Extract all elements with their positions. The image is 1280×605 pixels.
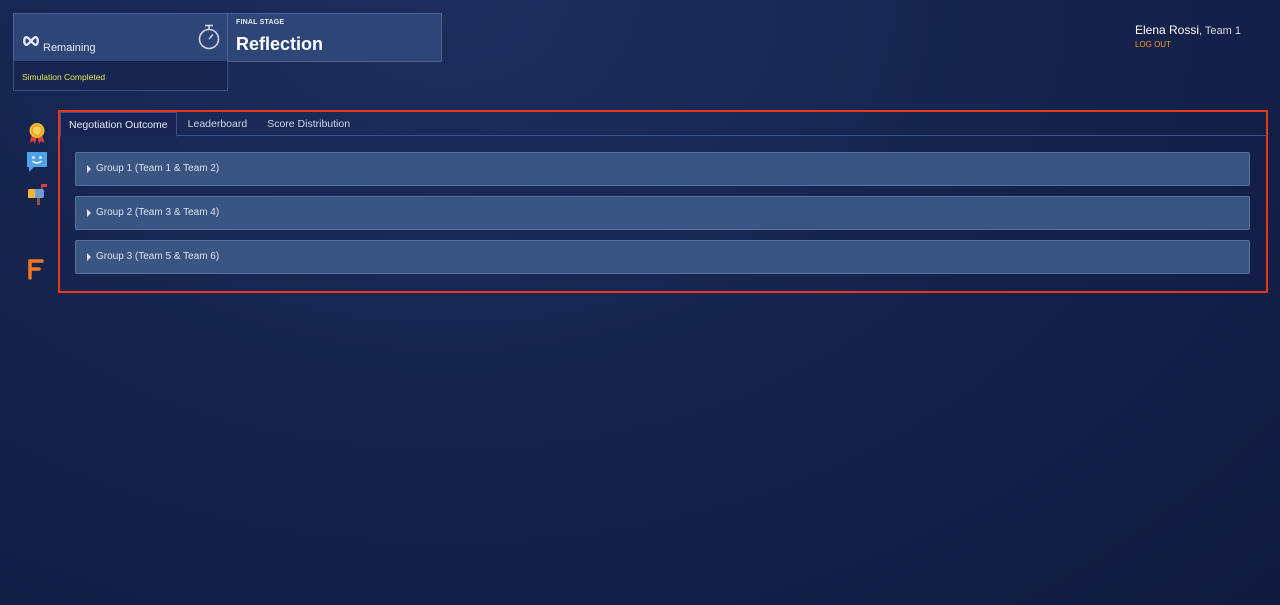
user-info: Elena Rossi, Team 1 LOG OUT bbox=[1135, 23, 1241, 49]
stage-panel: FINAL STAGE Reflection bbox=[227, 13, 442, 62]
group-label: Group 2 (Team 3 & Team 4) bbox=[96, 207, 220, 218]
stage-name: Reflection bbox=[236, 34, 324, 54]
chat-smiley-icon[interactable] bbox=[25, 150, 49, 174]
logout-link[interactable]: LOG OUT bbox=[1135, 40, 1241, 49]
group-accordion-2[interactable]: Group 2 (Team 3 & Team 4) bbox=[75, 196, 1250, 230]
group-accordion-3[interactable]: Group 3 (Team 5 & Team 6) bbox=[75, 240, 1250, 274]
timer-panel: Remaining bbox=[13, 13, 228, 62]
user-team: , Team 1 bbox=[1199, 25, 1241, 37]
caret-right-icon bbox=[87, 209, 91, 217]
stopwatch-icon bbox=[198, 24, 220, 50]
user-name: Elena Rossi bbox=[1134, 23, 1199, 37]
tab-bar: Negotiation Outcome Leaderboard Score Di… bbox=[60, 112, 1266, 137]
remaining-label: Remaining bbox=[43, 42, 96, 54]
tab-leaderboard[interactable]: Leaderboard bbox=[180, 112, 256, 137]
group-label: Group 3 (Team 5 & Team 6) bbox=[96, 251, 220, 262]
infinity-icon bbox=[23, 35, 39, 47]
group-accordion-1[interactable]: Group 1 (Team 1 & Team 2) bbox=[75, 152, 1250, 186]
caret-right-icon bbox=[87, 253, 91, 261]
tab-score-distribution[interactable]: Score Distribution bbox=[259, 112, 358, 137]
mailbox-icon[interactable] bbox=[25, 182, 49, 206]
brand-f-logo-icon[interactable] bbox=[27, 258, 45, 280]
tab-negotiation-outcome[interactable]: Negotiation Outcome bbox=[60, 112, 177, 137]
caret-right-icon bbox=[87, 165, 91, 173]
simulation-status: Simulation Completed bbox=[22, 72, 106, 82]
group-label: Group 1 (Team 1 & Team 2) bbox=[96, 163, 220, 174]
reflection-panel: Negotiation Outcome Leaderboard Score Di… bbox=[58, 110, 1268, 293]
simulation-status-box: Simulation Completed bbox=[13, 61, 228, 91]
stage-label: FINAL STAGE bbox=[236, 19, 285, 26]
award-ribbon-icon[interactable] bbox=[25, 121, 49, 145]
